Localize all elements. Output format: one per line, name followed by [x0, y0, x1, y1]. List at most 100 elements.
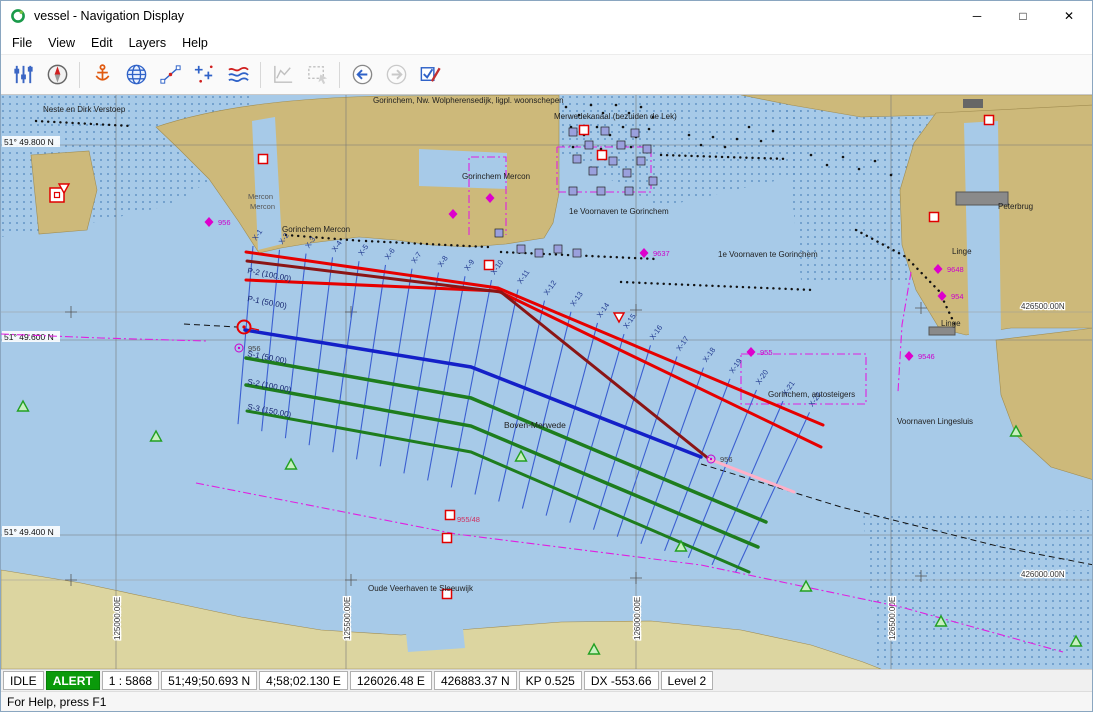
verify-edit-button[interactable] [413, 60, 447, 90]
menu-item-file[interactable]: File [4, 33, 40, 53]
app-icon [10, 8, 26, 24]
profile-chart-icon [271, 62, 296, 87]
moored-vessel [963, 99, 983, 108]
marker-magenta-diamond: 9648 [934, 264, 964, 274]
marker-red-square [485, 261, 494, 270]
marker-magenta-diamond: 955 [747, 347, 773, 357]
marker-red-square [446, 511, 455, 520]
nav-back-button[interactable] [345, 60, 379, 90]
marker-red-square [930, 213, 939, 222]
marker-label: 955 [760, 348, 773, 357]
building-square [625, 187, 633, 195]
nav-forward-icon [384, 62, 409, 87]
help-bar: For Help, press F1 [1, 691, 1092, 711]
area-select-button[interactable] [300, 60, 334, 90]
building-square [617, 141, 625, 149]
status-dx: DX -553.66 [584, 671, 659, 690]
building-square [585, 141, 593, 149]
building-square [609, 157, 617, 165]
map-label: Merwedekanaal (bezuiden de Lek) [554, 112, 677, 121]
help-text: For Help, press F1 [7, 695, 106, 709]
marker-label: 9637 [653, 249, 670, 258]
status-longitude: 4;58;02.130 E [259, 671, 348, 690]
compass-icon [45, 62, 70, 87]
menu-item-edit[interactable]: Edit [83, 33, 121, 53]
map-label: Neste en Dirk Verstoep [43, 105, 126, 114]
status-latitude: 51;49;50.693 N [161, 671, 257, 690]
map-label: Gorinchem Mercon [282, 225, 350, 234]
marker-red-square [985, 116, 994, 125]
toolbar-separator [260, 62, 261, 88]
building-square [597, 187, 605, 195]
currents-button[interactable] [221, 60, 255, 90]
building-square [589, 167, 597, 175]
minimize-button[interactable]: ─ [954, 1, 1000, 31]
window-title: vessel - Navigation Display [34, 9, 184, 23]
window-controls: ─ □ ✕ [954, 1, 1092, 31]
status-mode: IDLE [3, 671, 44, 690]
map-label: 1e Voornaven te Gorinchem [569, 207, 669, 216]
status-alert: ALERT [46, 671, 100, 690]
globe-icon [124, 62, 149, 87]
marker-label: 956 [218, 218, 231, 227]
grid-latitude-label: 51° 49.400 N [4, 527, 54, 537]
close-button[interactable]: ✕ [1046, 1, 1092, 31]
status-northing: 426883.37 N [434, 671, 517, 690]
building-square [569, 128, 577, 136]
chart-canvas[interactable]: 125000.00E125500.00E126000.00E126500.00E… [1, 95, 1093, 669]
map-label: Linge [952, 247, 972, 256]
marker-label: 954 [951, 292, 964, 301]
display-settings-button[interactable] [6, 60, 40, 90]
line-tool-button[interactable] [153, 60, 187, 90]
building-square [569, 187, 577, 195]
toolbar-separator [79, 62, 80, 88]
title-bar: vessel - Navigation Display ─ □ ✕ [1, 1, 1092, 31]
globe-button[interactable] [119, 60, 153, 90]
marker-red-square [580, 126, 589, 135]
menu-item-view[interactable]: View [40, 33, 83, 53]
points-tool-button[interactable] [187, 60, 221, 90]
grid-easting-label: 126500.00E [888, 597, 897, 640]
map-label: Boven-Merwede [504, 420, 566, 430]
map-label: Oude Veerhaven te Sleeuwijk [368, 584, 474, 593]
plumb-button[interactable] [85, 60, 119, 90]
map-label: Mercon [248, 192, 273, 201]
marker-red-square [259, 155, 268, 164]
building-square [573, 249, 581, 257]
menu-item-layers[interactable]: Layers [121, 33, 175, 53]
building-square [649, 177, 657, 185]
toolbar-separator [339, 62, 340, 88]
map-label: Peterbrug [998, 202, 1033, 211]
chart-view: 125000.00E125500.00E126000.00E126500.00E… [1, 95, 1093, 669]
building-square [573, 155, 581, 163]
display-settings-icon [11, 62, 36, 87]
map-label: Linge [941, 319, 961, 328]
nav-forward-button[interactable] [379, 60, 413, 90]
map-label: 1e Voornaven te Gorinchem [718, 250, 818, 259]
line-tool-icon [158, 62, 183, 87]
status-bar: IDLEALERT1 : 586851;49;50.693 N4;58;02.1… [1, 669, 1092, 691]
maximize-button[interactable]: □ [1000, 1, 1046, 31]
status-easting: 126026.48 E [350, 671, 432, 690]
grid-northing-label: 426000.00N [1021, 570, 1065, 579]
area-select-icon [305, 62, 330, 87]
grid-latitude-label: 51° 49.800 N [4, 137, 54, 147]
building-square [517, 245, 525, 253]
marker-label: 9648 [947, 265, 964, 274]
status-level: Level 2 [661, 671, 714, 690]
nav-back-icon [350, 62, 375, 87]
menu-item-help[interactable]: Help [174, 33, 216, 53]
marker-magenta-diamond: 9637 [640, 248, 670, 258]
plumb-icon [90, 62, 115, 87]
compass-button[interactable] [40, 60, 74, 90]
map-label: Gorinchem, Nw. Wolpherensedijk, ligpl. w… [373, 96, 564, 105]
status-scale: 1 : 5868 [102, 671, 159, 690]
currents-icon [226, 62, 251, 87]
grid-easting-label: 126000.00E [633, 597, 642, 640]
profile-chart-button[interactable] [266, 60, 300, 90]
app-window: vessel - Navigation Display ─ □ ✕ FileVi… [0, 0, 1093, 712]
points-tool-icon [192, 62, 217, 87]
marker-label: 955/48 [457, 515, 480, 524]
lock-lingesluis [929, 327, 955, 335]
marker-red-square [598, 151, 607, 160]
